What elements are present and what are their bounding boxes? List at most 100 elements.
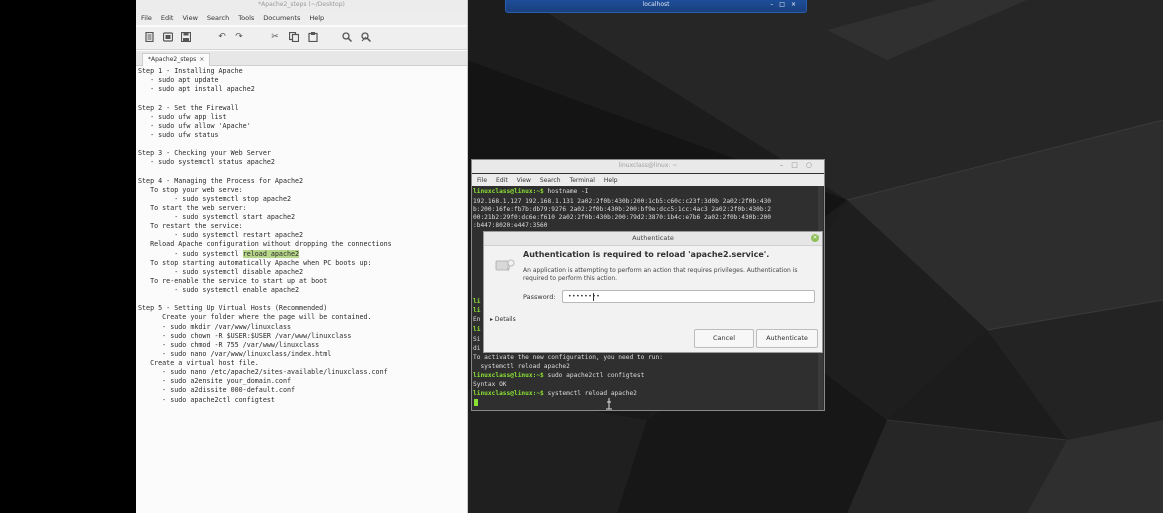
text-line — [138, 94, 464, 103]
terminal-fragment: Si — [473, 336, 481, 343]
text-line: To start the web server: — [138, 203, 247, 212]
highlighted-line-prefix: - sudo systemctl — [138, 249, 243, 258]
text-line: Step 1 - Installing Apache — [138, 67, 243, 75]
terminal-line: linuxclass@linux:~$ sudo apache2ctl conf… — [473, 372, 644, 380]
authenticate-dialog: Authenticate × Authentication is require… — [483, 231, 823, 353]
text-line: - sudo a2ensite your_domain.conf — [138, 377, 291, 386]
save-icon[interactable] — [180, 31, 192, 43]
editor-toolbar: ↶ ↷ ✂ — [136, 27, 467, 50]
terminal-line: To activate the new configuration, you n… — [473, 354, 663, 361]
menu-help[interactable]: Help — [604, 177, 618, 184]
close-tab-icon[interactable]: × — [199, 56, 204, 63]
terminal-menubar: File Edit View Search Terminal Help — [472, 174, 824, 186]
text-line — [138, 140, 464, 149]
menu-tools[interactable]: Tools — [238, 14, 254, 22]
text-line: - sudo nano /var/www/linuxclass/index.ht… — [138, 349, 332, 358]
text-line: - sudo systemctl restart apache2 — [138, 231, 304, 240]
undo-icon[interactable]: ↶ — [217, 32, 227, 42]
terminal-line: :b447:8020:e447:3560 — [473, 222, 548, 229]
document-tab-label: *Apache2_steps — [148, 56, 197, 63]
terminal-line: linuxclass@linux:~$ systemctl reload apa… — [473, 390, 637, 398]
close-icon[interactable]: × — [791, 1, 802, 8]
editor-titlebar[interactable]: *Apache2_steps (~/Desktop) — [136, 0, 467, 11]
text-line: - sudo ufw status — [138, 130, 219, 139]
text-line: - sudo ufw allow 'Apache' — [138, 121, 251, 130]
maximize-icon[interactable]: □ — [791, 161, 806, 169]
terminal-prompt: linuxclass@linux:~$ — [473, 390, 544, 397]
menu-file[interactable]: File — [141, 14, 152, 22]
text-line: - sudo chmod -R 755 /var/www/linuxclass — [138, 340, 320, 349]
top-window-titlebar[interactable]: localhost –□× — [505, 0, 807, 13]
editor-title: *Apache2_steps (~/Desktop) — [258, 1, 345, 8]
redo-icon[interactable]: ↷ — [234, 32, 244, 42]
top-window-title: localhost — [642, 1, 670, 8]
window-controls[interactable]: –□× — [770, 1, 802, 8]
menu-file[interactable]: File — [477, 177, 487, 184]
editor-tabbar: *Apache2_steps × — [136, 51, 467, 66]
text-line: - sudo mkdir /var/www/linuxclass — [138, 322, 291, 331]
find-icon[interactable] — [342, 32, 353, 43]
text-line: Step 5 - Setting Up Virtual Hosts (Recom… — [138, 304, 328, 313]
menu-documents[interactable]: Documents — [263, 14, 300, 22]
replace-icon[interactable] — [361, 32, 372, 43]
menu-search[interactable]: Search — [207, 14, 229, 22]
close-icon[interactable]: ○ — [806, 161, 820, 169]
cancel-button[interactable]: Cancel — [694, 329, 754, 348]
menu-terminal[interactable]: Terminal — [570, 177, 595, 184]
text-line: - sudo systemctl status apache2 — [138, 158, 275, 167]
dialog-title: Authenticate — [632, 234, 674, 242]
text-line: - sudo systemctl enable apache2 — [138, 286, 300, 294]
text-line: Create a virtual host file. — [138, 359, 259, 367]
text-line: To restart the service: — [138, 222, 243, 231]
menu-edit[interactable]: Edit — [496, 177, 508, 184]
terminal-command: sudo apache2ctl configtest — [543, 372, 645, 379]
open-icon[interactable] — [162, 32, 174, 42]
menu-view[interactable]: View — [182, 14, 197, 22]
document-tab[interactable]: *Apache2_steps × — [142, 53, 211, 66]
dialog-heading: Authentication is required to reload 'ap… — [523, 250, 770, 259]
menu-edit[interactable]: Edit — [161, 14, 174, 22]
terminal-line: systemctl reload apache2 — [473, 363, 570, 370]
menu-view[interactable]: View — [517, 177, 531, 184]
terminal-command: hostname -I — [543, 188, 589, 195]
text-line: - sudo a2dissite 000-default.conf — [138, 386, 296, 395]
lock-keys-icon — [495, 259, 515, 272]
close-icon[interactable]: × — [811, 234, 819, 242]
text-line — [138, 167, 464, 176]
minimize-icon[interactable]: – — [770, 1, 779, 8]
authenticate-button[interactable]: Authenticate — [756, 329, 818, 348]
text-line: To stop starting automatically Apache wh… — [138, 258, 372, 267]
dialog-titlebar[interactable]: Authenticate × — [484, 232, 822, 246]
terminal-window-controls[interactable]: –□○ — [780, 161, 820, 169]
maximize-icon[interactable]: □ — [779, 1, 791, 8]
menu-search[interactable]: Search — [540, 177, 561, 184]
text-caret — [593, 293, 594, 301]
text-line: Step 3 - Checking your Web Server — [138, 149, 271, 158]
text-line: Reload Apache configuration without drop… — [138, 240, 392, 249]
terminal-line: 192.168.1.127 192.168.1.131 2a02:2f0b:43… — [473, 198, 772, 205]
terminal-title: linuxclass@linux: ~ — [618, 162, 678, 169]
highlighted-line: - sudo systemctl reload apache2 — [138, 249, 464, 259]
password-value: •••••••• — [568, 293, 601, 300]
text-line: - sudo apt install apache2 — [138, 85, 255, 94]
editor-menubar: File Edit View Search Tools Documents He… — [136, 11, 467, 25]
cut-icon[interactable]: ✂ — [270, 32, 280, 42]
paste-icon[interactable] — [308, 32, 318, 43]
terminal-titlebar[interactable]: linuxclass@linux: ~ –□○ — [472, 160, 824, 173]
password-field[interactable]: •••••••• — [562, 290, 815, 303]
details-expander[interactable]: ▸ Details — [490, 316, 516, 323]
text-line: - sudo systemctl start apache2 — [138, 213, 296, 221]
terminal-prompt: linuxclass@linux:~$ — [473, 188, 544, 195]
text-line: Create your folder where the page will b… — [138, 313, 372, 322]
new-file-icon[interactable] — [144, 31, 154, 43]
text-line: - sudo apt update — [138, 76, 219, 85]
minimize-icon[interactable]: – — [780, 161, 792, 169]
terminal-cursor — [474, 399, 478, 406]
dialog-description: An application is attempting to perform … — [523, 267, 798, 282]
text-selection[interactable]: reload apache2 — [242, 249, 300, 258]
text-line: - sudo nano /etc/apache2/sites-available… — [138, 368, 388, 377]
editor-text-area[interactable]: Step 1 - Installing Apache - sudo apt up… — [138, 67, 464, 405]
menu-help[interactable]: Help — [309, 14, 324, 22]
text-line: - sudo systemctl stop apache2 — [138, 194, 291, 203]
copy-icon[interactable] — [288, 31, 300, 43]
